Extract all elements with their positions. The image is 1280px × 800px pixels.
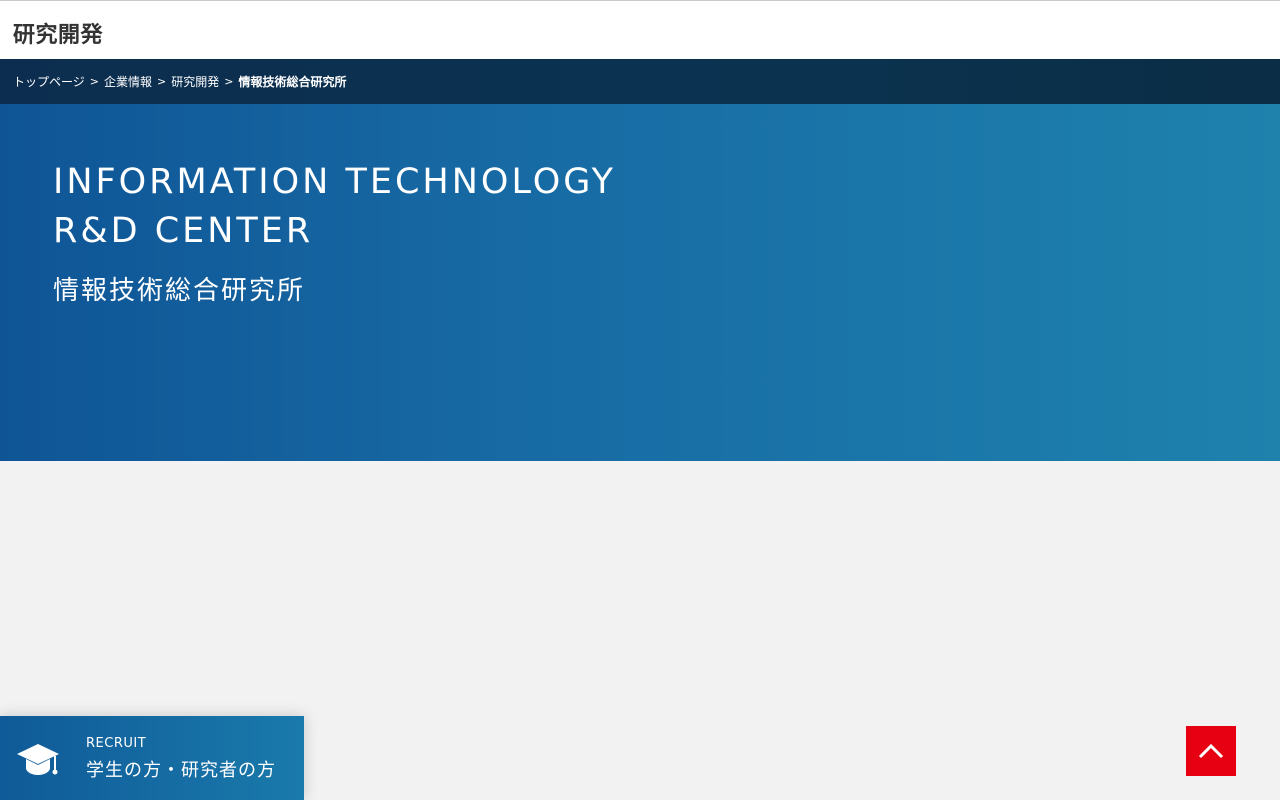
- section-title: 研究開発: [13, 23, 104, 48]
- back-to-top-button[interactable]: [1186, 726, 1236, 776]
- page: 研究開発 トップページ > 企業情報 > 研究開発 > 情報技術総合研究所 IN…: [0, 0, 1280, 800]
- breadcrumb-item-current: 情報技術総合研究所: [238, 75, 347, 89]
- breadcrumb-link-top[interactable]: トップページ: [13, 75, 85, 89]
- breadcrumb-link-corporate[interactable]: 企業情報: [104, 75, 152, 89]
- recruit-text: 学生の方・研究者の方: [86, 760, 276, 781]
- breadcrumb: トップページ > 企業情報 > 研究開発 > 情報技術総合研究所: [0, 59, 1280, 104]
- breadcrumb-item-corporate[interactable]: 企業情報: [104, 73, 152, 90]
- breadcrumb-item-rnd[interactable]: 研究開発: [171, 73, 219, 90]
- breadcrumb-separator: >: [224, 75, 234, 88]
- hero-title-ja: 情報技術総合研究所: [53, 276, 306, 306]
- hero-banner: INFORMATION TECHNOLOGY R&D CENTER 情報技術総合…: [0, 104, 1280, 461]
- recruit-label: RECRUIT: [86, 736, 147, 751]
- hero-title-en: INFORMATION TECHNOLOGY R&D CENTER: [53, 158, 616, 256]
- hero-title-en-line1: INFORMATION TECHNOLOGY: [53, 162, 617, 202]
- chevron-up-icon: [1198, 743, 1224, 759]
- breadcrumb-separator: >: [89, 75, 99, 88]
- site-header: 研究開発: [0, 0, 1280, 59]
- breadcrumb-item-top[interactable]: トップページ: [13, 73, 85, 90]
- graduation-cap-icon: [17, 744, 59, 775]
- breadcrumb-separator: >: [157, 75, 167, 88]
- breadcrumb-link-rnd[interactable]: 研究開発: [171, 75, 219, 89]
- recruit-banner-link[interactable]: RECRUIT 学生の方・研究者の方: [0, 716, 304, 800]
- hero-title-en-line2: R&D CENTER: [53, 211, 314, 251]
